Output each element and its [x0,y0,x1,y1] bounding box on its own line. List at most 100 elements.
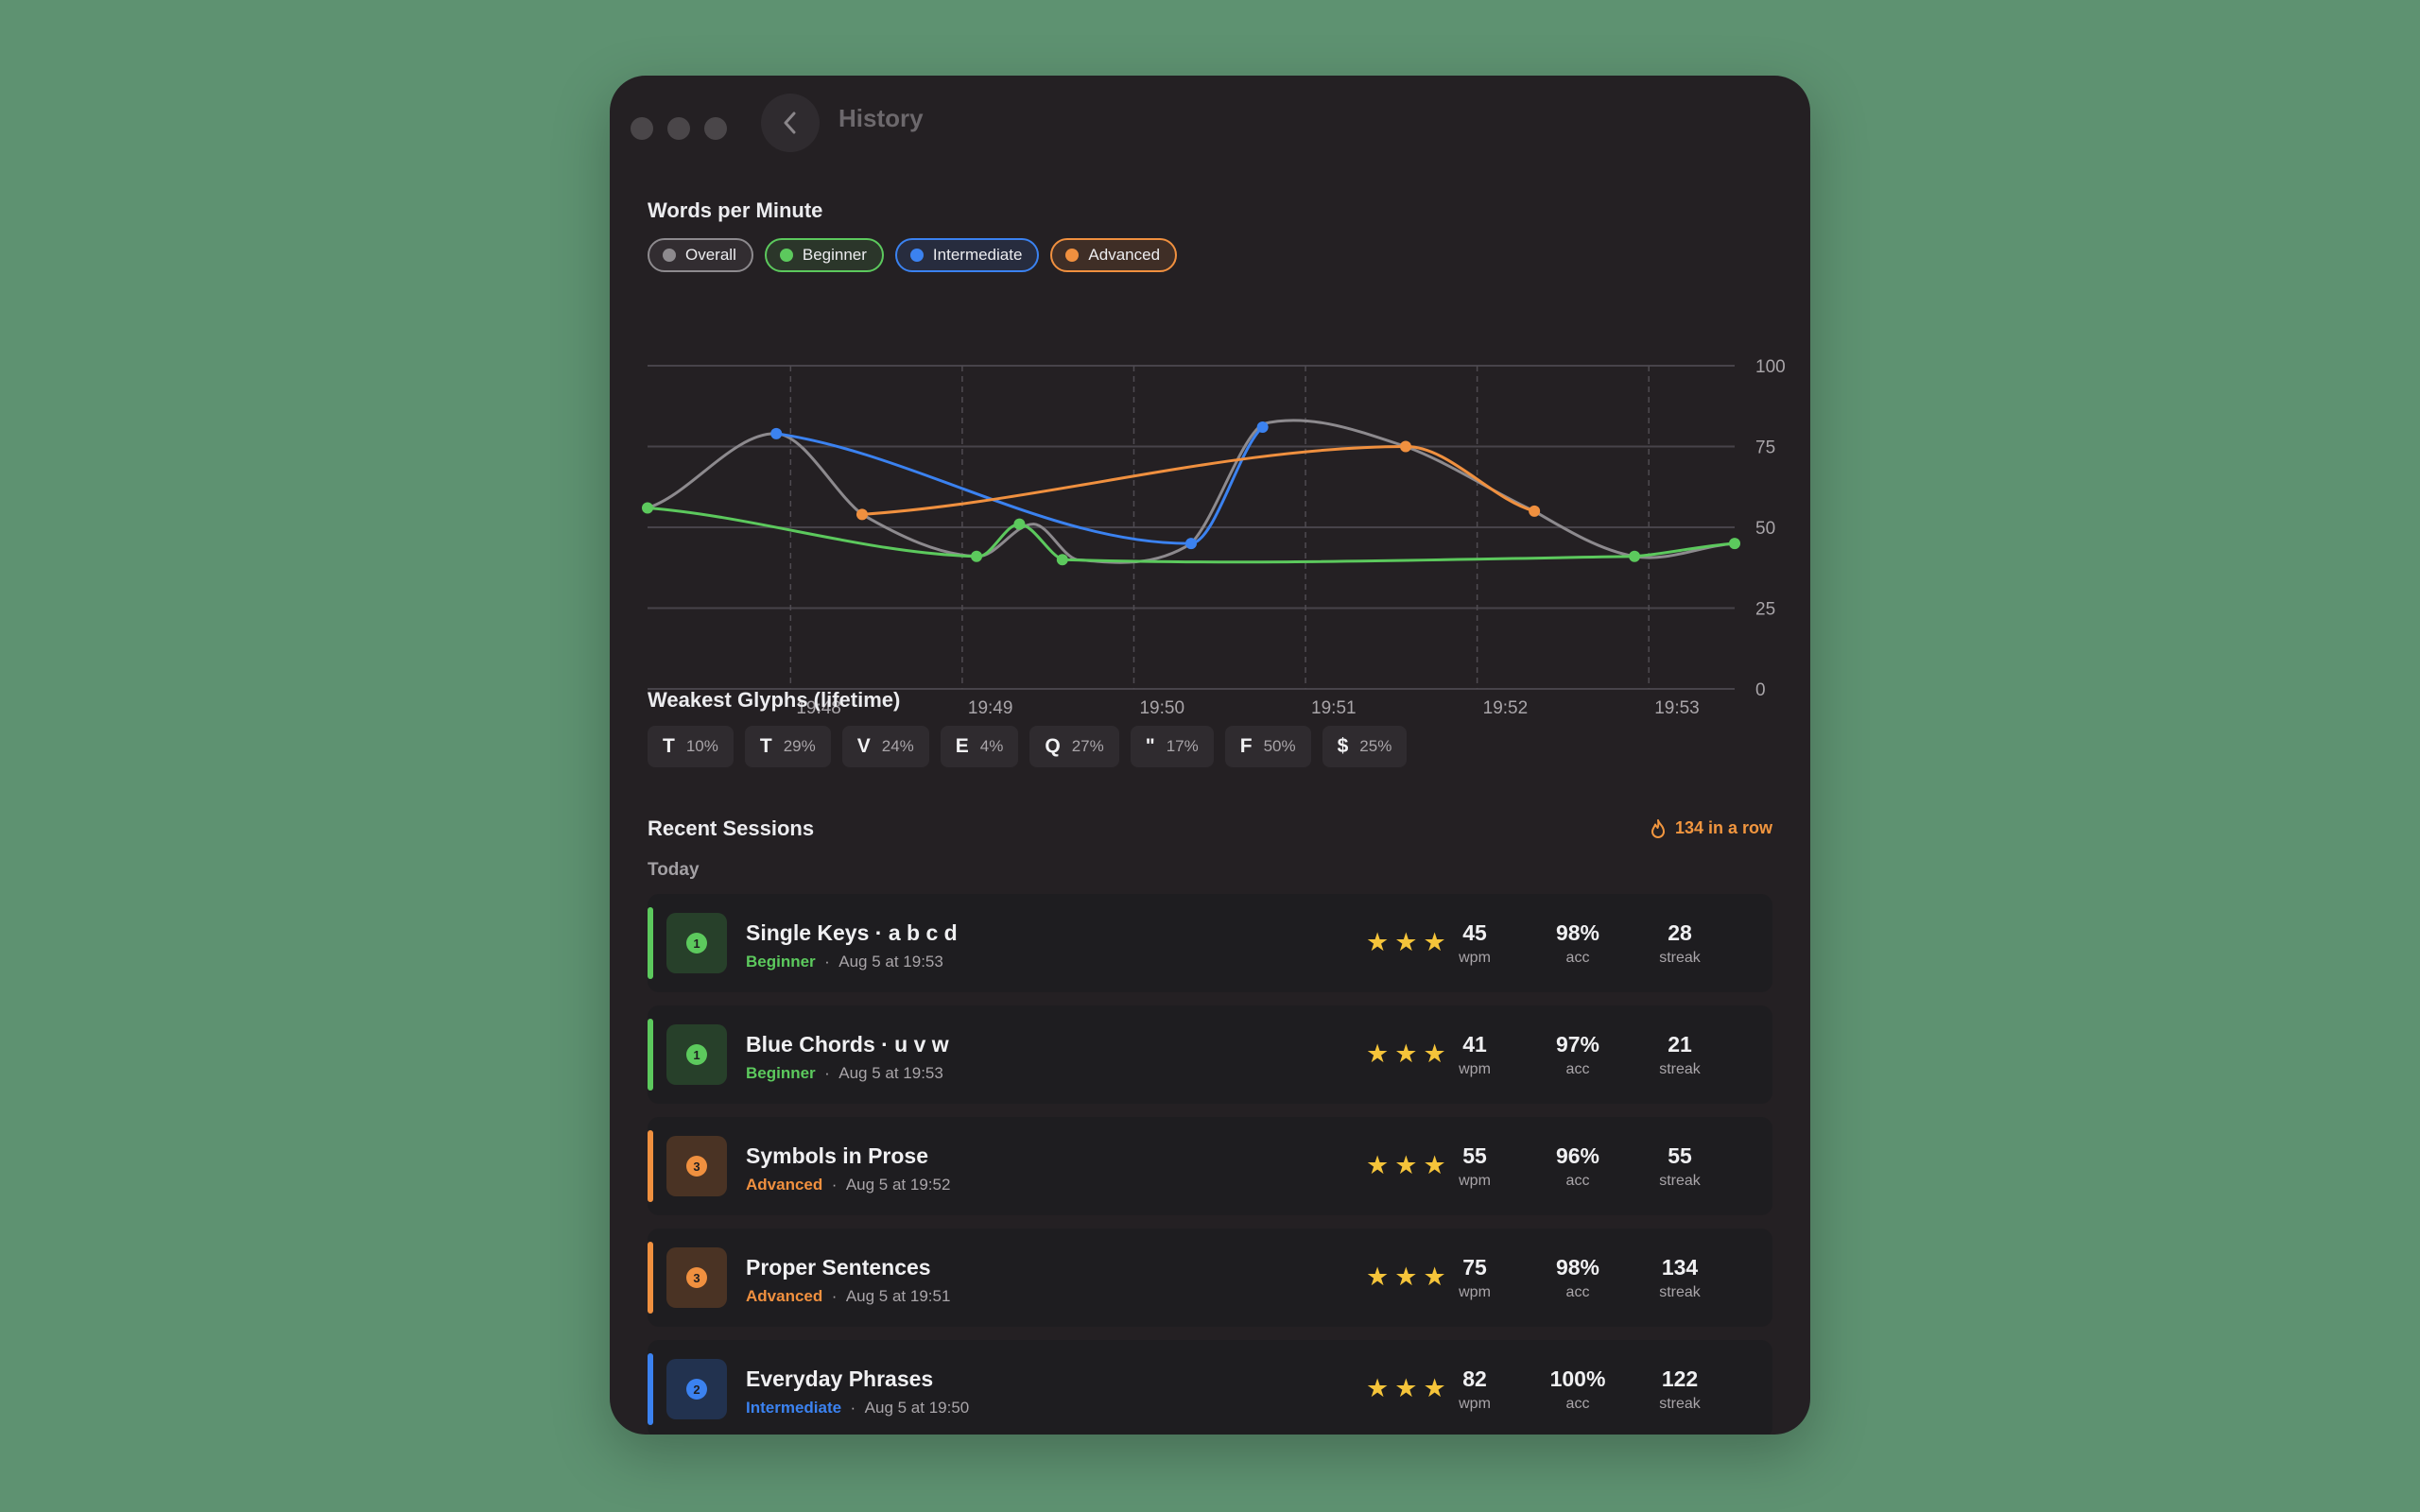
session-time: Aug 5 at 19:50 [864,1399,970,1417]
accuracy-label: acc [1565,1061,1590,1077]
data-point-intermediate [770,427,783,439]
y-tick-label: 100 [1755,357,1786,377]
accuracy-stat: 98% acc [1535,920,1620,967]
chart-title: Words per Minute [648,198,823,222]
glyph-error-rate: 50% [1263,737,1296,755]
minimize-window-button[interactable] [667,117,690,140]
accuracy-value: 98% [1555,920,1600,945]
glyph-chip: E 4% [940,726,1019,767]
close-window-button[interactable] [631,117,653,140]
session-name: Symbols in Prose [746,1143,929,1168]
glyph-chip: Q 27% [1029,726,1119,767]
wpm-label: wpm [1459,1284,1491,1300]
wpm-value: 82 [1462,1366,1487,1391]
wpm-line-chart: 025507510019:48 19:49 19:50 19:51 19:52 19:53 [642,357,1786,718]
level-number-icon: 3 [686,1267,707,1288]
session-level: Advanced [746,1176,823,1194]
wpm-stat: 75 wpm [1432,1255,1517,1301]
streak-label: streak [1659,950,1701,966]
level-number-icon: 2 [686,1379,707,1400]
legend-dot-icon [909,249,924,262]
y-tick-label: 0 [1755,680,1766,700]
glyph-character: T [663,735,675,757]
session-row[interactable]: 2 Everyday Phrases Intermediate · Aug 5 at… [648,1340,1772,1435]
session-name: Everyday Phrases [746,1366,934,1391]
x-tick-label: 19:51 [1311,698,1357,718]
level-color-bar [648,907,653,979]
meta-separator: · [815,1064,839,1082]
meta-separator: · [822,1176,846,1194]
legend-label: Overall [685,246,736,264]
session-row[interactable]: 1 Blue Chords · u v w Beginner · Aug 5 at … [648,1005,1772,1104]
session-name: Blue Chords · u v w [746,1032,949,1057]
accuracy-stat: 97% acc [1535,1032,1620,1078]
session-row[interactable]: 3 Symbols in Prose Advanced · Aug 5 at 19:… [648,1117,1772,1215]
accuracy-stat: 96% acc [1535,1143,1620,1190]
streak-label: streak [1659,1173,1701,1189]
session-list: 1 Single Keys · a b c d Beginner · Aug 5 a… [648,894,1772,1435]
meta-separator: · [841,1399,865,1417]
level-badge: 3 [666,1136,727,1196]
session-name: Single Keys · a b c d [746,920,958,945]
level-badge: 3 [666,1247,727,1308]
streak-label: streak [1659,1061,1701,1077]
glyph-chip: $25% [1322,726,1408,767]
glyph-chip: " 17% [1130,726,1214,767]
wpm-value: 55 [1462,1143,1487,1168]
glyph-error-rate: 10% [685,737,718,755]
accuracy-stat: 98% acc [1535,1255,1620,1301]
group-label-today: Today [648,860,700,880]
glyph-character: T [759,735,772,757]
star-icon: ★ [1394,1151,1418,1179]
star-icon: ★ [1394,1263,1418,1291]
legend-pill-intermediate[interactable]: Intermediate [894,238,1040,272]
session-row[interactable]: 3 Proper Sentences Advanced · Aug 5 at 19:… [648,1228,1772,1327]
legend-label: Intermediate [932,246,1023,264]
wpm-value: 45 [1462,920,1487,945]
accuracy-stat: 100% acc [1535,1366,1620,1413]
chart-legend: Overall Beginner Intermediate Advanced [648,238,1178,272]
level-color-bar [648,1353,653,1425]
star-icon: ★ [1394,1374,1418,1402]
wpm-label: wpm [1459,950,1491,966]
accuracy-value: 98% [1555,1255,1600,1280]
glyph-error-rate: 4% [979,737,1004,755]
level-color-bar [648,1242,653,1314]
back-button[interactable] [761,94,820,152]
glyph-error-rate: 24% [881,737,914,755]
glyph-error-rate: 27% [1071,737,1104,755]
streak-value: 55 [1668,1143,1692,1168]
session-meta: Beginner · Aug 5 at 19:53 [746,1064,943,1083]
session-time: Aug 5 at 19:53 [838,953,943,971]
glyph-character: Q [1045,735,1061,757]
level-badge: 1 [666,913,727,973]
zoom-window-button[interactable] [704,117,727,140]
legend-pill-advanced[interactable]: Advanced [1050,238,1178,272]
series-line-beginner [646,506,1737,564]
weakest-glyph-list: T 10% T 29% V 24% E 4% Q 27% " 17% F 50% $25% [648,726,1408,767]
streak-label: 134 in a row [1674,818,1772,837]
wpm-stat: 82 wpm [1432,1366,1517,1413]
glyph-character: V [856,735,871,757]
glyph-chip: F 50% [1224,726,1311,767]
accuracy-value: 96% [1555,1143,1600,1168]
glyph-error-rate: 25% [1359,737,1392,755]
level-number-icon: 3 [686,1156,707,1177]
session-meta: Advanced · Aug 5 at 19:52 [746,1176,950,1194]
accuracy-label: acc [1565,1173,1590,1189]
session-time: Aug 5 at 19:52 [845,1176,951,1194]
star-icon: ★ [1366,1263,1390,1291]
streak-stat: 21 streak [1637,1032,1722,1078]
y-tick-label: 75 [1755,438,1775,458]
data-point-beginner [1629,550,1641,562]
glyph-character: $ [1337,735,1349,757]
level-color-bar [648,1130,653,1202]
glyph-chip: T 29% [744,726,831,767]
legend-pill-beginner[interactable]: Beginner [764,238,884,272]
session-name: Proper Sentences [746,1255,931,1280]
legend-pill-overall[interactable]: Overall [648,238,753,272]
session-row[interactable]: 1 Single Keys · a b c d Beginner · Aug 5 a… [648,894,1772,992]
window-title: History [838,104,924,132]
legend-label: Advanced [1088,246,1161,264]
meta-separator: · [815,953,839,971]
